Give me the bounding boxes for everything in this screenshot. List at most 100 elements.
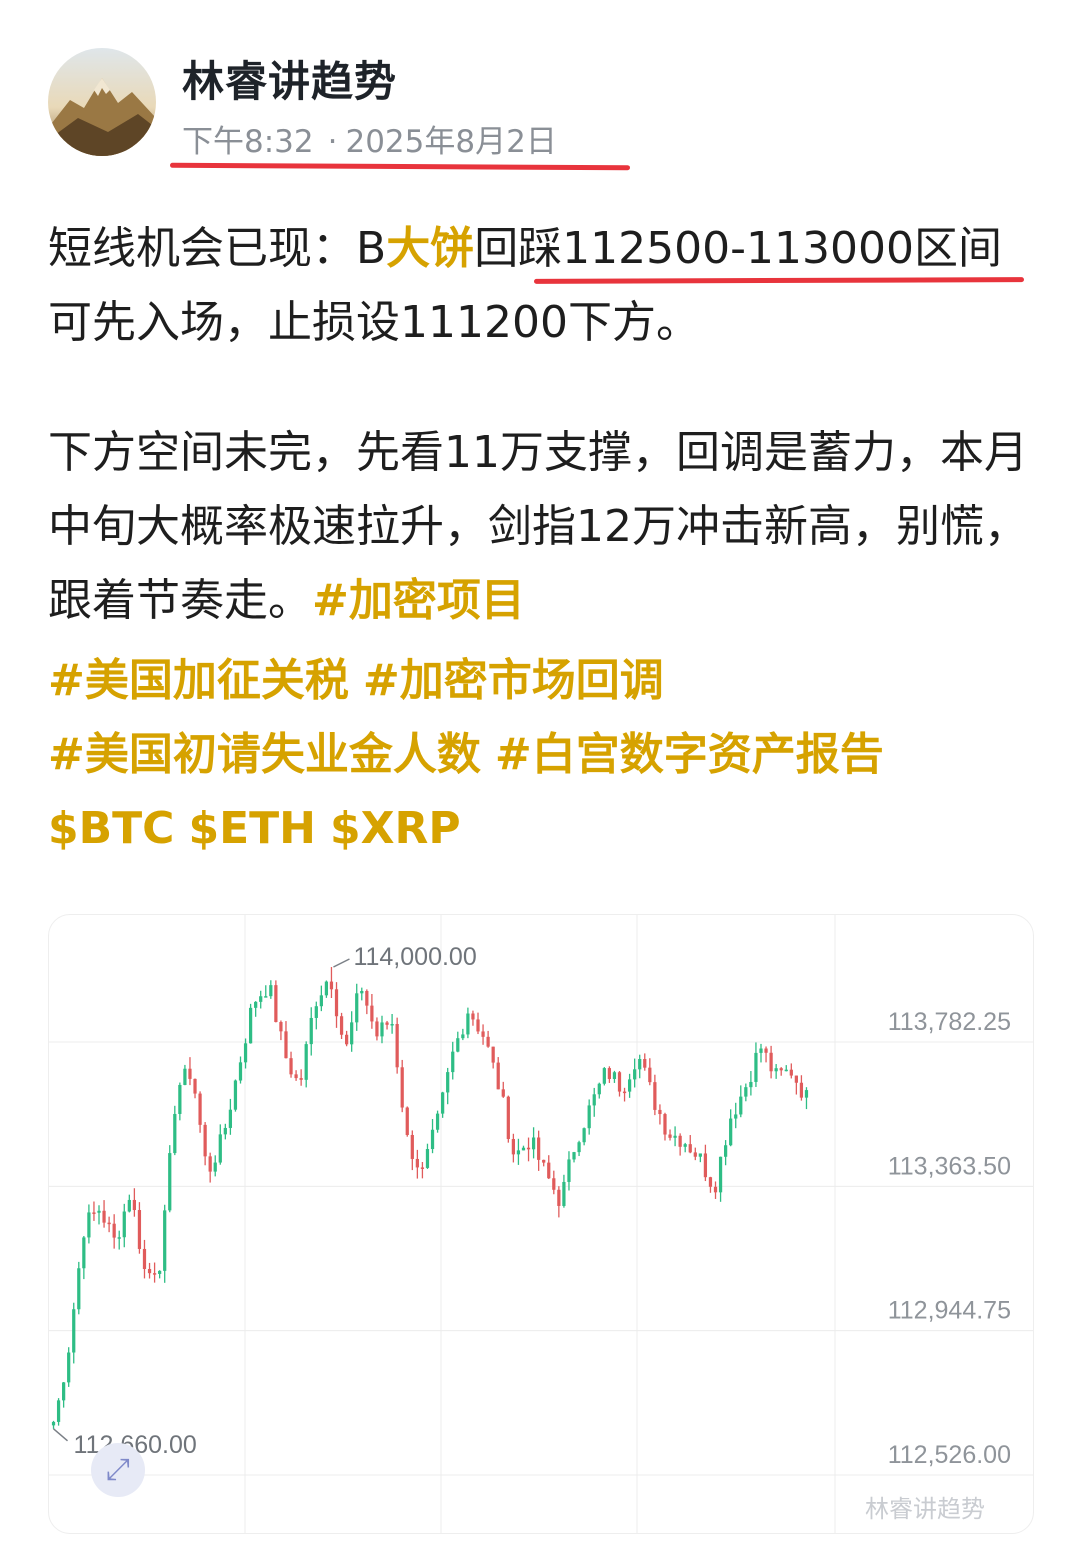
candle-body [279,1022,283,1032]
candle-body [633,1069,637,1080]
candle-body [516,1150,521,1155]
hashtag-link[interactable]: #美国初请失业金人数 [48,729,481,780]
candle-body [132,1199,136,1211]
y-tick-label: 112,526.00 [888,1441,1011,1469]
avatar[interactable] [48,48,156,156]
candle-body [410,1134,414,1159]
candle-body [617,1072,622,1092]
separator-dot: · [327,124,338,160]
candle-body [744,1087,748,1097]
tag-list: #美国加征关税 #加密市场回调 #美国初请失业金人数 #白宫数字资产报告 $BTC $… [48,644,1048,866]
candle-body [390,1023,394,1026]
candle-body [259,996,263,1002]
candle-body [208,1156,212,1172]
candle-body [137,1210,142,1249]
candle-body [597,1083,601,1095]
candle-body [314,1006,318,1018]
candle-body [339,1016,344,1035]
candle-body [107,1222,111,1225]
candle-body [122,1211,126,1238]
ticker-link[interactable]: $BTC [48,803,174,854]
hashtag-link[interactable]: #加密项目 [312,575,525,626]
candle-body [218,1134,222,1163]
candle-body [87,1212,91,1238]
y-tick-label: 113,782.25 [888,1008,1011,1036]
candle-body [703,1153,708,1178]
candle-body [147,1268,152,1274]
candle-body [375,1021,379,1037]
candle-body [622,1091,627,1094]
highlight-keyword[interactable]: 大饼 [386,223,474,274]
high-price-label: 114,000.00 [353,943,476,971]
text: 下方空间未完，先看11万支撑，回调是蓄力，本月中旬大概率极速拉升，剑指12万冲击… [48,427,1028,626]
candle-body [56,1400,61,1422]
candle-body [329,981,334,990]
candle-body [67,1352,71,1383]
price-chart[interactable]: 113,782.25 113,363.50 112,944.75 112,526.00… [48,914,1034,1534]
post-paragraph-1: 短线机会已现：B大饼回踩112500-113000区间可先入场，止损设11120… [48,212,1038,360]
candle-body [350,1022,354,1045]
candle-body [673,1135,677,1138]
candle-body [264,996,268,998]
candle-body [648,1067,652,1083]
candle-body [774,1068,778,1072]
post-date: 2025年8月2日 [345,124,557,160]
candle-body [370,1005,374,1022]
candle-body [289,1058,293,1075]
candle-body [193,1078,197,1094]
candle-body [602,1068,606,1084]
candle-body [779,1068,783,1071]
candle-body [355,993,359,1023]
low-marker-line [53,1428,69,1442]
candle-body [496,1062,500,1090]
candle-body [415,1158,419,1168]
candle-body [319,995,323,1007]
candle-body [345,1034,349,1045]
candle-body [304,1044,308,1080]
candle-body [526,1147,531,1150]
candle-body [178,1084,182,1114]
candle-body [739,1096,743,1115]
candle-body [360,990,364,994]
candle-body [72,1309,76,1353]
candle-body [754,1052,758,1082]
candle-body [794,1075,798,1083]
author-name[interactable]: 林睿讲趋势 [182,48,397,109]
candle-body [769,1052,773,1072]
candle-body [607,1068,612,1079]
hashtag-link[interactable]: #加密市场回调 [363,655,664,706]
candle-body [324,981,329,996]
candle-body [653,1082,657,1110]
candle-body [501,1089,505,1097]
candle-body [668,1134,672,1138]
ticker-link[interactable]: $XRP [330,803,461,854]
candle-body [683,1144,687,1147]
ticker-link[interactable]: $ETH [188,803,316,854]
candle-body [784,1069,788,1072]
candle-body [476,1019,480,1032]
candle-body [693,1152,697,1157]
candle-body [435,1113,440,1130]
candle-body [749,1081,753,1088]
candle-body [804,1090,809,1098]
candle-body [486,1036,490,1047]
candle-body [572,1152,576,1160]
candle-body [299,1078,303,1080]
candle-body [420,1167,425,1169]
hashtag-link[interactable]: #白宫数字资产报告 [495,729,884,780]
candle-body [168,1153,172,1211]
candle-body [183,1068,187,1085]
candle-body [481,1031,485,1037]
candle-body [365,990,369,1006]
hashtag-link[interactable]: #美国加征关税 [48,655,349,706]
candle-body [395,1023,399,1068]
candle-body [223,1127,227,1135]
candle-body [380,1022,384,1037]
candle-body [203,1124,207,1157]
post-paragraph-2: 下方空间未完，先看11万支撑，回调是蓄力，本月中旬大概率极速拉升，剑指12万冲击… [48,416,1038,638]
candle-body [547,1162,551,1179]
candle-body [97,1210,101,1213]
expand-arrows-icon[interactable]: ⤢ [91,1443,145,1497]
candle-body [188,1068,192,1079]
candle-body [228,1109,233,1128]
